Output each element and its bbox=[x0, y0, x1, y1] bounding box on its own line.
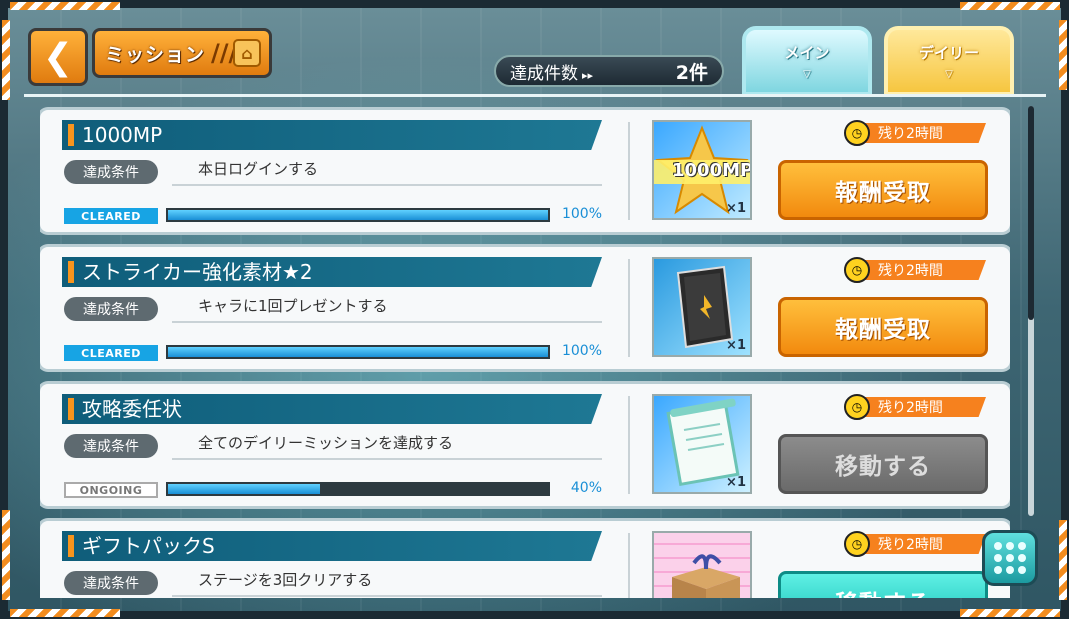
time-remaining-text: 残り2時間 bbox=[878, 263, 943, 279]
triangle-down-icon: ▽ bbox=[803, 69, 811, 80]
page-title-plate: ミッション /// ⌂ bbox=[92, 28, 272, 78]
home-icon[interactable]: ⌂ bbox=[233, 39, 261, 67]
tab-daily[interactable]: デイリー ▽ bbox=[884, 26, 1014, 96]
condition-label: 達成条件 bbox=[64, 160, 158, 184]
reward-item[interactable]: 1000MP ×1 bbox=[652, 120, 752, 220]
mission-card: ストライカー強化素材★2 達成条件 キャラに1回プレゼントする CLEARED … bbox=[40, 247, 1010, 369]
triangle-down-icon: ▽ bbox=[945, 69, 953, 80]
reward-quantity: ×1 bbox=[726, 201, 746, 216]
status-badge: CLEARED bbox=[64, 345, 158, 361]
scrollbar[interactable] bbox=[1028, 106, 1034, 516]
time-remaining-text: 残り2時間 bbox=[878, 537, 943, 553]
menu-dot-icon bbox=[994, 542, 1002, 550]
clock-icon: ◷ bbox=[844, 120, 870, 146]
condition-label: 達成条件 bbox=[64, 434, 158, 458]
mission-name: 1000MP bbox=[82, 123, 163, 147]
reward-item[interactable] bbox=[652, 531, 752, 598]
clock-icon: ◷ bbox=[844, 257, 870, 283]
status-badge: CLEARED bbox=[64, 208, 158, 224]
completed-count: 達成件数 ▸▸ 2件 bbox=[494, 55, 724, 87]
mission-name: 攻略委任状 bbox=[82, 397, 182, 421]
gift-box-icon bbox=[672, 554, 740, 598]
mission-title-bar: 攻略委任状 bbox=[62, 394, 602, 424]
page-title: ミッション bbox=[105, 43, 206, 66]
progress-bar bbox=[166, 345, 550, 359]
condition-text: 全てのデイリーミッションを達成する bbox=[198, 434, 454, 452]
reward-quantity: ×1 bbox=[726, 475, 746, 490]
time-remaining: 残り2時間 ◷ bbox=[844, 531, 986, 557]
mission-card: 攻略委任状 達成条件 全てのデイリーミッションを達成する ONGOING 40%… bbox=[40, 384, 1010, 506]
completed-count-value: 2件 bbox=[675, 61, 708, 84]
clock-icon: ◷ bbox=[844, 394, 870, 420]
time-remaining-text: 残り2時間 bbox=[878, 126, 943, 142]
condition-text: ステージを3回クリアする bbox=[198, 571, 373, 589]
progress-percent: 100% bbox=[561, 343, 602, 359]
chevron-left-icon: ❮ bbox=[42, 36, 74, 78]
time-remaining-text: 残り2時間 bbox=[878, 400, 943, 416]
scrollbar-thumb[interactable] bbox=[1028, 106, 1034, 320]
tab-main-label: メイン bbox=[784, 44, 830, 62]
mission-card: 1000MP 達成条件 本日ログインする CLEARED 100% 1000MP… bbox=[40, 110, 1010, 232]
claim-reward-button[interactable]: 報酬受取 bbox=[778, 297, 988, 357]
clock-icon: ◷ bbox=[844, 531, 870, 557]
double-arrow-icon: ▸▸ bbox=[582, 68, 594, 82]
progress-bar bbox=[166, 208, 550, 222]
reward-item[interactable]: ×1 bbox=[652, 394, 752, 494]
tab-main[interactable]: メイン ▽ bbox=[742, 26, 872, 96]
header-divider bbox=[24, 94, 1046, 97]
mission-title-bar: 1000MP bbox=[62, 120, 602, 150]
reward-quantity: ×1 bbox=[726, 338, 746, 353]
back-button[interactable]: ❮ bbox=[28, 28, 88, 86]
progress-percent: 40% bbox=[570, 480, 602, 496]
time-remaining: 残り2時間 ◷ bbox=[844, 120, 986, 146]
menu-grid-button[interactable] bbox=[982, 530, 1038, 586]
mission-name: ストライカー強化素材★2 bbox=[82, 260, 313, 284]
condition-text: 本日ログインする bbox=[198, 160, 319, 178]
reward-label: 1000MP bbox=[672, 160, 752, 181]
mission-name: ギフトパックS bbox=[82, 534, 215, 558]
condition-label: 達成条件 bbox=[64, 297, 158, 321]
claim-reward-button[interactable]: 報酬受取 bbox=[778, 160, 988, 220]
tab-daily-label: デイリー bbox=[918, 44, 979, 62]
mission-title-bar: ギフトパックS bbox=[62, 531, 602, 561]
progress-percent: 100% bbox=[561, 206, 602, 222]
condition-label: 達成条件 bbox=[64, 571, 158, 595]
reward-item[interactable]: ×1 bbox=[652, 257, 752, 357]
time-remaining: 残り2時間 ◷ bbox=[844, 394, 986, 420]
mission-list[interactable]: 1000MP 達成条件 本日ログインする CLEARED 100% 1000MP… bbox=[40, 106, 1010, 598]
go-to-button[interactable]: 移動する bbox=[778, 571, 988, 598]
mission-card: ギフトパックS 達成条件 ステージを3回クリアする 残り2時間 ◷ 移動する bbox=[40, 521, 1010, 598]
condition-text: キャラに1回プレゼントする bbox=[198, 297, 388, 315]
go-to-button[interactable]: 移動する bbox=[778, 434, 988, 494]
progress-bar bbox=[166, 482, 550, 496]
status-badge: ONGOING bbox=[64, 482, 158, 498]
time-remaining: 残り2時間 ◷ bbox=[844, 257, 986, 283]
mission-title-bar: ストライカー強化素材★2 bbox=[62, 257, 602, 287]
completed-count-label: 達成件数 ▸▸ bbox=[510, 63, 594, 84]
